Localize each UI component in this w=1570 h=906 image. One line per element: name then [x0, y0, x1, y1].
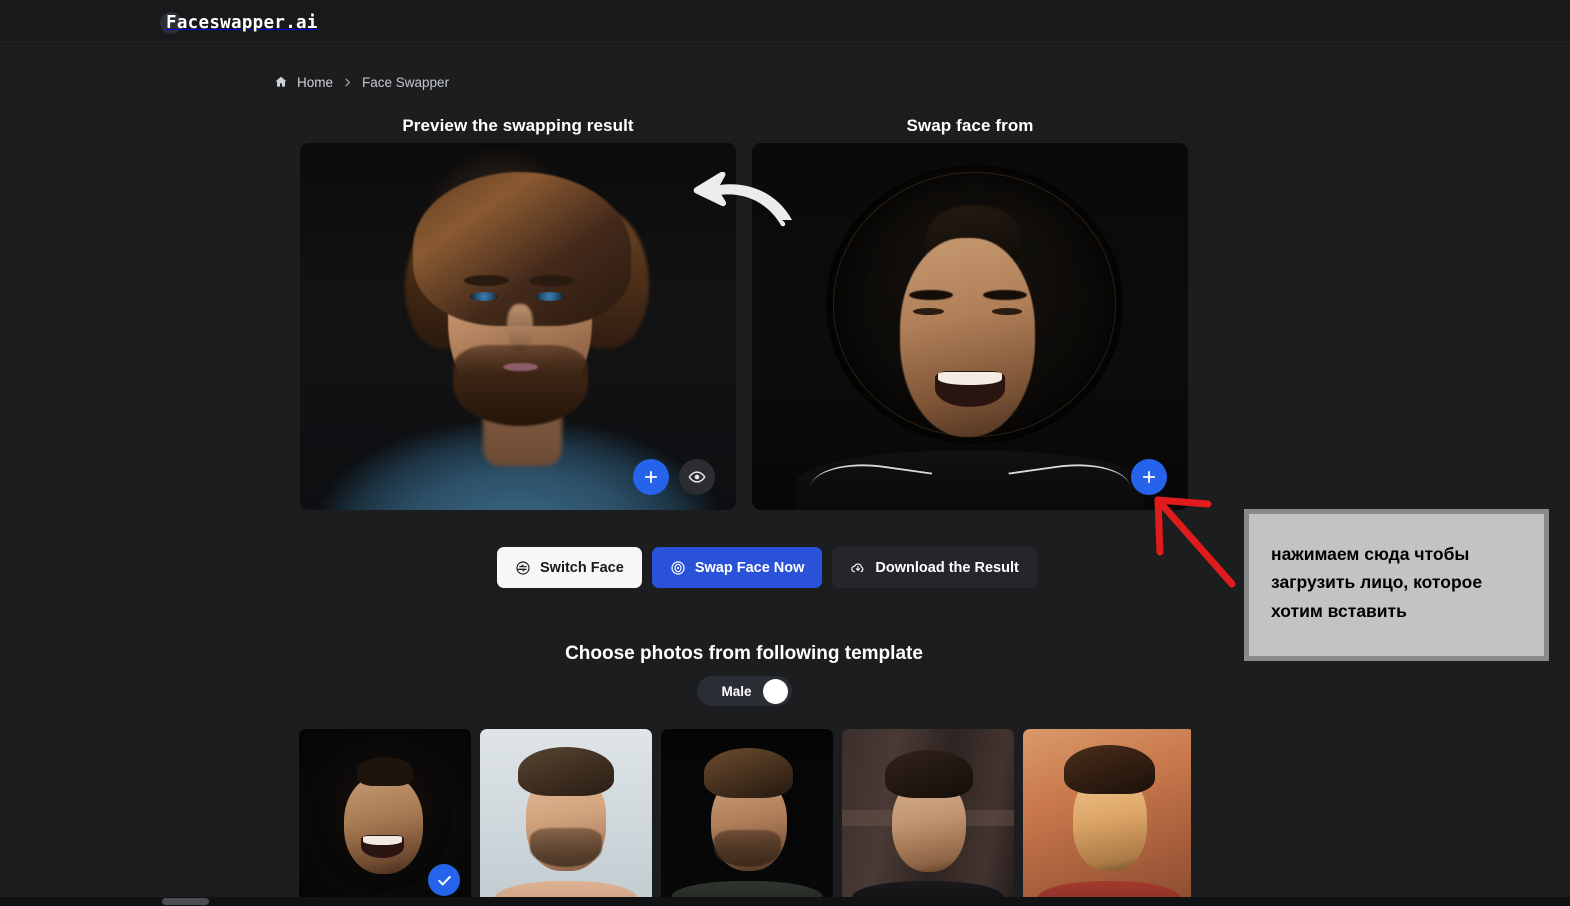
horizontal-scrollbar[interactable]	[0, 897, 1570, 906]
site-header: Faceswapper.ai	[0, 0, 1570, 42]
plus-icon	[1140, 468, 1158, 486]
annotation-callout: нажимаем сюда чтобы загрузить лицо, кото…	[1244, 509, 1549, 661]
thumbnail-image	[1023, 729, 1191, 906]
plus-icon	[642, 468, 660, 486]
thumbnail-image	[842, 729, 1014, 906]
breadcrumb-home-link[interactable]: Home	[297, 75, 333, 90]
scrollbar-thumb[interactable]	[162, 898, 209, 905]
result-image-panel[interactable]	[300, 143, 736, 510]
eye-icon	[688, 468, 706, 486]
swap-face-now-button[interactable]: Swap Face Now	[651, 547, 823, 588]
swap-face-now-label: Swap Face Now	[694, 559, 805, 576]
result-photo	[300, 143, 736, 510]
add-source-image-button[interactable]	[1131, 459, 1167, 495]
download-result-button[interactable]: Download the Result	[832, 547, 1037, 588]
breadcrumb-current: Face Swapper	[362, 74, 450, 90]
template-thumbnail-2[interactable]	[480, 729, 652, 906]
switch-face-icon	[515, 560, 531, 576]
thumbnail-image	[480, 729, 652, 906]
add-result-image-button[interactable]	[633, 459, 669, 495]
switch-face-button[interactable]: Switch Face	[497, 547, 642, 588]
home-icon	[274, 75, 288, 89]
toggle-knob	[763, 678, 788, 704]
chevron-right-icon	[342, 77, 353, 88]
source-image-panel[interactable]	[752, 143, 1188, 510]
breadcrumb: Home Face Swapper	[274, 72, 449, 92]
template-thumbnail-5[interactable]	[1023, 729, 1191, 906]
thumbnail-image	[661, 729, 833, 906]
template-thumbnail-strip[interactable]	[299, 729, 1191, 906]
swap-icon	[670, 560, 686, 576]
template-thumbnail-3[interactable]	[661, 729, 833, 906]
site-logo[interactable]: Faceswapper.ai	[160, 11, 318, 35]
gender-toggle[interactable]: Male	[697, 676, 792, 706]
action-button-row: Switch Face Swap Face Now Download the R…	[497, 547, 1037, 588]
template-section-title: Choose photos from following template	[565, 643, 923, 664]
source-photo	[752, 143, 1188, 510]
face-swapper-page: Faceswapper.ai Home Face Swapper Preview…	[0, 0, 1570, 906]
source-panel-heading: Swap face from	[906, 116, 1034, 135]
template-thumbnail-1[interactable]	[299, 729, 471, 906]
logo-text: Faceswapper.ai	[166, 13, 318, 33]
annotation-text: нажимаем сюда чтобы загрузить лицо, кото…	[1271, 544, 1483, 621]
result-panel-heading: Preview the swapping result	[402, 116, 634, 135]
download-cloud-icon	[850, 560, 866, 576]
switch-face-label: Switch Face	[540, 559, 624, 576]
download-result-label: Download the Result	[875, 559, 1019, 576]
gender-toggle-label: Male	[721, 683, 752, 699]
template-thumbnail-4[interactable]	[842, 729, 1014, 906]
check-icon	[428, 864, 460, 896]
preview-result-button[interactable]	[679, 459, 715, 495]
